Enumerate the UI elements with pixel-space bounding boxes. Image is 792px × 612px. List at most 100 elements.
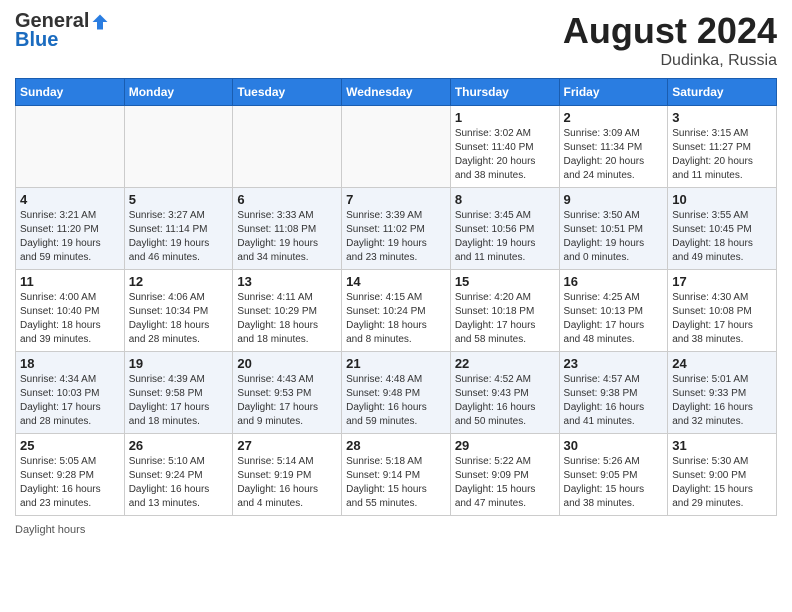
cell-info: Sunrise: 3:21 AM Sunset: 11:20 PM Daylig… xyxy=(20,209,120,265)
cell-info: Sunrise: 5:14 AM Sunset: 9:19 PM Dayligh… xyxy=(237,455,337,511)
calendar-cell: 1 Sunrise: 3:02 AM Sunset: 11:40 PM Dayli… xyxy=(450,106,559,188)
cell-info: Sunrise: 3:45 AM Sunset: 10:56 PM Daylig… xyxy=(455,209,555,265)
calendar-cell: 10 Sunrise: 3:55 AM Sunset: 10:45 PM Dayl… xyxy=(668,188,777,270)
calendar-cell: 13 Sunrise: 4:11 AM Sunset: 10:29 PM Dayl… xyxy=(233,270,342,352)
calendar-cell: 9 Sunrise: 3:50 AM Sunset: 10:51 PM Dayli… xyxy=(559,188,668,270)
cell-date: 24 xyxy=(672,356,772,371)
calendar-cell: 30 Sunrise: 5:26 AM Sunset: 9:05 PM Dayli… xyxy=(559,434,668,516)
cell-info: Sunrise: 4:15 AM Sunset: 10:24 PM Daylig… xyxy=(346,291,446,347)
location-text: Dudinka, Russia xyxy=(563,52,777,70)
cell-info: Sunrise: 3:33 AM Sunset: 11:08 PM Daylig… xyxy=(237,209,337,265)
cell-info: Sunrise: 4:11 AM Sunset: 10:29 PM Daylig… xyxy=(237,291,337,347)
cell-date: 27 xyxy=(237,438,337,453)
cell-date: 21 xyxy=(346,356,446,371)
day-header-friday: Friday xyxy=(559,79,668,106)
cell-info: Sunrise: 5:18 AM Sunset: 9:14 PM Dayligh… xyxy=(346,455,446,511)
calendar-cell xyxy=(16,106,125,188)
cell-date: 31 xyxy=(672,438,772,453)
cell-info: Sunrise: 3:55 AM Sunset: 10:45 PM Daylig… xyxy=(672,209,772,265)
day-header-thursday: Thursday xyxy=(450,79,559,106)
cell-date: 29 xyxy=(455,438,555,453)
calendar-cell: 28 Sunrise: 5:18 AM Sunset: 9:14 PM Dayli… xyxy=(342,434,451,516)
calendar-cell: 11 Sunrise: 4:00 AM Sunset: 10:40 PM Dayl… xyxy=(16,270,125,352)
day-header-saturday: Saturday xyxy=(668,79,777,106)
calendar-week-5: 25 Sunrise: 5:05 AM Sunset: 9:28 PM Dayli… xyxy=(16,434,777,516)
cell-date: 26 xyxy=(129,438,229,453)
cell-info: Sunrise: 5:05 AM Sunset: 9:28 PM Dayligh… xyxy=(20,455,120,511)
cell-date: 23 xyxy=(564,356,664,371)
cell-date: 20 xyxy=(237,356,337,371)
day-header-tuesday: Tuesday xyxy=(233,79,342,106)
calendar-cell: 4 Sunrise: 3:21 AM Sunset: 11:20 PM Dayli… xyxy=(16,188,125,270)
cell-date: 25 xyxy=(20,438,120,453)
day-header-monday: Monday xyxy=(124,79,233,106)
logo: General Blue xyxy=(15,10,109,52)
day-header-wednesday: Wednesday xyxy=(342,79,451,106)
calendar-cell: 24 Sunrise: 5:01 AM Sunset: 9:33 PM Dayli… xyxy=(668,352,777,434)
cell-info: Sunrise: 3:50 AM Sunset: 10:51 PM Daylig… xyxy=(564,209,664,265)
calendar-cell xyxy=(233,106,342,188)
calendar-cell: 31 Sunrise: 5:30 AM Sunset: 9:00 PM Dayli… xyxy=(668,434,777,516)
cell-info: Sunrise: 5:22 AM Sunset: 9:09 PM Dayligh… xyxy=(455,455,555,511)
calendar-cell: 26Sunrise: 5:10 AM Sunset: 9:24 PM Dayli… xyxy=(124,434,233,516)
calendar-week-1: 1 Sunrise: 3:02 AM Sunset: 11:40 PM Dayli… xyxy=(16,106,777,188)
title-block: August 2024 Dudinka, Russia xyxy=(563,10,777,70)
calendar-cell: 23 Sunrise: 4:57 AM Sunset: 9:38 PM Dayli… xyxy=(559,352,668,434)
cell-date: 9 xyxy=(564,192,664,207)
calendar-cell: 7Sunrise: 3:39 AM Sunset: 11:02 PM Dayli… xyxy=(342,188,451,270)
month-year-title: August 2024 xyxy=(563,10,777,52)
calendar-cell: 15Sunrise: 4:20 AM Sunset: 10:18 PM Dayl… xyxy=(450,270,559,352)
cell-info: Sunrise: 3:15 AM Sunset: 11:27 PM Daylig… xyxy=(672,127,772,183)
calendar-cell: 18 Sunrise: 4:34 AM Sunset: 10:03 PM Dayl… xyxy=(16,352,125,434)
footer: Daylight hours xyxy=(15,524,777,536)
calendar-cell: 29 Sunrise: 5:22 AM Sunset: 9:09 PM Dayli… xyxy=(450,434,559,516)
cell-date: 19 xyxy=(129,356,229,371)
cell-info: Sunrise: 5:01 AM Sunset: 9:33 PM Dayligh… xyxy=(672,373,772,429)
cell-date: 28 xyxy=(346,438,446,453)
calendar-cell: 5 Sunrise: 3:27 AM Sunset: 11:14 PM Dayli… xyxy=(124,188,233,270)
cell-info: Sunrise: 4:43 AM Sunset: 9:53 PM Dayligh… xyxy=(237,373,337,429)
cell-date: 3 xyxy=(672,110,772,125)
cell-date: 6 xyxy=(237,192,337,207)
cell-date: 15 xyxy=(455,274,555,289)
cell-info: Sunrise: 4:34 AM Sunset: 10:03 PM Daylig… xyxy=(20,373,120,429)
cell-info: Sunrise: 4:52 AM Sunset: 9:43 PM Dayligh… xyxy=(455,373,555,429)
calendar-cell xyxy=(342,106,451,188)
cell-date: 4 xyxy=(20,192,120,207)
calendar-week-4: 18 Sunrise: 4:34 AM Sunset: 10:03 PM Dayl… xyxy=(16,352,777,434)
cell-info: Sunrise: 5:30 AM Sunset: 9:00 PM Dayligh… xyxy=(672,455,772,511)
cell-info: Sunrise: 4:06 AM Sunset: 10:34 PM Daylig… xyxy=(129,291,229,347)
cell-date: 5 xyxy=(129,192,229,207)
cell-date: 10 xyxy=(672,192,772,207)
calendar-header-row: SundayMondayTuesdayWednesdayThursdayFrid… xyxy=(16,79,777,106)
cell-info: Sunrise: 3:27 AM Sunset: 11:14 PM Daylig… xyxy=(129,209,229,265)
cell-date: 2 xyxy=(564,110,664,125)
calendar-cell: 12 Sunrise: 4:06 AM Sunset: 10:34 PM Dayl… xyxy=(124,270,233,352)
cell-info: Sunrise: 3:39 AM Sunset: 11:02 PM Daylig… xyxy=(346,209,446,265)
cell-date: 1 xyxy=(455,110,555,125)
cell-date: 13 xyxy=(237,274,337,289)
calendar-cell: 6 Sunrise: 3:33 AM Sunset: 11:08 PM Dayli… xyxy=(233,188,342,270)
calendar-cell: 27 Sunrise: 5:14 AM Sunset: 9:19 PM Dayli… xyxy=(233,434,342,516)
cell-date: 12 xyxy=(129,274,229,289)
cell-date: 18 xyxy=(20,356,120,371)
calendar-cell: 16Sunrise: 4:25 AM Sunset: 10:13 PM Dayl… xyxy=(559,270,668,352)
cell-info: Sunrise: 3:02 AM Sunset: 11:40 PM Daylig… xyxy=(455,127,555,183)
cell-date: 8 xyxy=(455,192,555,207)
calendar-cell: 21Sunrise: 4:48 AM Sunset: 9:48 PM Dayli… xyxy=(342,352,451,434)
calendar-cell: 3 Sunrise: 3:15 AM Sunset: 11:27 PM Dayli… xyxy=(668,106,777,188)
cell-info: Sunrise: 4:57 AM Sunset: 9:38 PM Dayligh… xyxy=(564,373,664,429)
calendar-cell xyxy=(124,106,233,188)
calendar-table: SundayMondayTuesdayWednesdayThursdayFrid… xyxy=(15,78,777,516)
cell-date: 11 xyxy=(20,274,120,289)
calendar-cell: 22Sunrise: 4:52 AM Sunset: 9:43 PM Dayli… xyxy=(450,352,559,434)
cell-date: 14 xyxy=(346,274,446,289)
calendar-cell: 25 Sunrise: 5:05 AM Sunset: 9:28 PM Dayli… xyxy=(16,434,125,516)
cell-info: Sunrise: 5:26 AM Sunset: 9:05 PM Dayligh… xyxy=(564,455,664,511)
calendar-cell: 19 Sunrise: 4:39 AM Sunset: 9:58 PM Dayli… xyxy=(124,352,233,434)
cell-info: Sunrise: 4:39 AM Sunset: 9:58 PM Dayligh… xyxy=(129,373,229,429)
cell-info: Sunrise: 4:00 AM Sunset: 10:40 PM Daylig… xyxy=(20,291,120,347)
cell-date: 30 xyxy=(564,438,664,453)
calendar-cell: 2Sunrise: 3:09 AM Sunset: 11:34 PM Dayli… xyxy=(559,106,668,188)
page-header: General Blue August 2024 Dudinka, Russia xyxy=(15,10,777,70)
